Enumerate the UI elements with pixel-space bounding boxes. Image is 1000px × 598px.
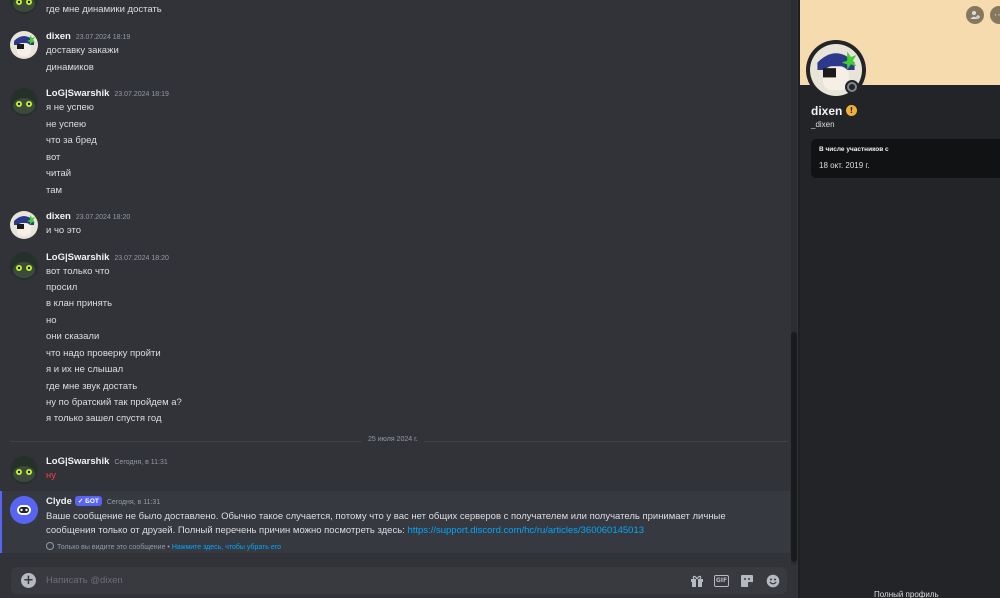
message-text-failed: ну: [46, 470, 56, 481]
bot-badge: ✓ БОТ: [74, 496, 102, 506]
message-timestamp: 23.07.2024 18:19: [75, 34, 131, 41]
user-avatar[interactable]: [10, 252, 38, 280]
message-input[interactable]: [46, 572, 646, 589]
message-text: они сказали: [46, 331, 100, 342]
member-since-label: В числе участников с: [819, 146, 889, 153]
message-scrollbar[interactable]: [791, 0, 797, 565]
profile-display-name: dixen: [811, 104, 843, 118]
member-since-date: 18 окт. 2019 г.: [819, 161, 870, 170]
user-avatar[interactable]: [10, 31, 38, 59]
nitro-badge-icon[interactable]: !: [846, 105, 857, 116]
message-text: доставку закажи: [46, 45, 119, 56]
message-text: читай: [46, 168, 72, 179]
message-author[interactable]: LoG|Swarshik Сегодня, в 11:31: [46, 456, 168, 467]
message-author[interactable]: dixen 23.07.2024 18:20: [46, 211, 130, 222]
user-avatar[interactable]: [10, 88, 38, 116]
add-friend-icon[interactable]: [966, 6, 984, 24]
message-text: я не успею: [46, 102, 94, 113]
author-name[interactable]: dixen: [46, 211, 71, 222]
message-text: я только зашел спустя год: [46, 413, 162, 424]
author-name[interactable]: Clyde: [46, 496, 72, 507]
bot-badge-label: БОТ: [85, 498, 99, 505]
message-text: вот только что: [46, 266, 110, 277]
user-profile-panel: ⋯ dixen ! _dixen В числе участников с 18…: [798, 0, 1000, 598]
offline-status-icon: [845, 80, 859, 94]
message-text: в клан принять: [46, 298, 113, 309]
date-divider-label: 25 июля 2024 г.: [362, 436, 424, 443]
message-timestamp: 23.07.2024 18:19: [114, 91, 169, 98]
chat-panel: где мне динамики достать dixen 23.07.2024…: [0, 0, 798, 598]
emoji-icon[interactable]: [765, 573, 780, 588]
support-link[interactable]: https://support.discord.com/hc/ru/articl…: [407, 525, 644, 536]
message-timestamp: Сегодня, в 11:31: [106, 499, 161, 506]
sticker-icon[interactable]: [739, 573, 754, 588]
author-name[interactable]: LoG|Swarshik: [46, 252, 109, 263]
gif-label: GIF: [713, 574, 730, 587]
message-timestamp: 23.07.2024 18:20: [114, 255, 169, 262]
scrollbar-thumb[interactable]: [791, 332, 797, 562]
user-avatar[interactable]: [10, 456, 38, 484]
upload-plus-icon[interactable]: +: [21, 573, 36, 588]
gift-icon[interactable]: [689, 573, 704, 588]
ephemeral-note: Только вы видите это сообщение • Нажмите…: [46, 542, 281, 551]
message-text: что надо проверку пройти: [46, 348, 161, 359]
profile-username[interactable]: _dixen: [811, 120, 835, 129]
ephemeral-text: Только вы видите это сообщение •: [57, 544, 172, 551]
message-author[interactable]: LoG|Swarshik 23.07.2024 18:20: [46, 252, 169, 263]
clyde-avatar[interactable]: [10, 496, 38, 524]
message-text: что за бред: [46, 135, 97, 146]
author-name[interactable]: dixen: [46, 31, 71, 42]
user-avatar[interactable]: [10, 211, 38, 239]
message-text: там: [46, 185, 63, 196]
message-text: где мне динамики достать: [46, 4, 162, 15]
user-avatar[interactable]: [10, 0, 38, 14]
message-input-bar: + GIF: [11, 567, 787, 594]
message-author[interactable]: Clyde ✓ БОТ Сегодня, в 11:31: [46, 496, 160, 507]
message-text: ну по братский так пройдем а?: [46, 397, 182, 408]
message-text: вот: [46, 152, 61, 163]
message-text: просил: [46, 282, 78, 293]
full-profile-button[interactable]: Полный профиль: [874, 590, 939, 598]
message-text: и чо это: [46, 225, 81, 236]
eye-icon: [46, 542, 54, 550]
message-timestamp: Сегодня, в 11:31: [114, 459, 168, 466]
message-list[interactable]: где мне динамики достать dixen 23.07.2024…: [0, 0, 790, 565]
message-timestamp: 23.07.2024 18:20: [75, 214, 131, 221]
message-text: где мне звук достать: [46, 381, 138, 392]
message-text: не успею: [46, 119, 87, 130]
author-name[interactable]: LoG|Swarshik: [46, 456, 109, 467]
message-author[interactable]: LoG|Swarshik 23.07.2024 18:19: [46, 88, 169, 99]
author-name[interactable]: LoG|Swarshik: [46, 88, 109, 99]
member-since-card: В числе участников с 18 окт. 2019 г.: [811, 139, 1000, 178]
message-text: я и их не слышал: [46, 364, 124, 375]
message-author[interactable]: dixen 23.07.2024 18:19: [46, 31, 130, 42]
clyde-message-text: Ваше сообщение не было доставлено. Обычн…: [46, 510, 736, 538]
dismiss-message-link[interactable]: Нажмите здесь, чтобы убрать его: [172, 544, 281, 551]
gif-icon[interactable]: GIF: [713, 573, 730, 588]
message-text: динамиков: [46, 62, 94, 73]
message-text: но: [46, 315, 57, 326]
